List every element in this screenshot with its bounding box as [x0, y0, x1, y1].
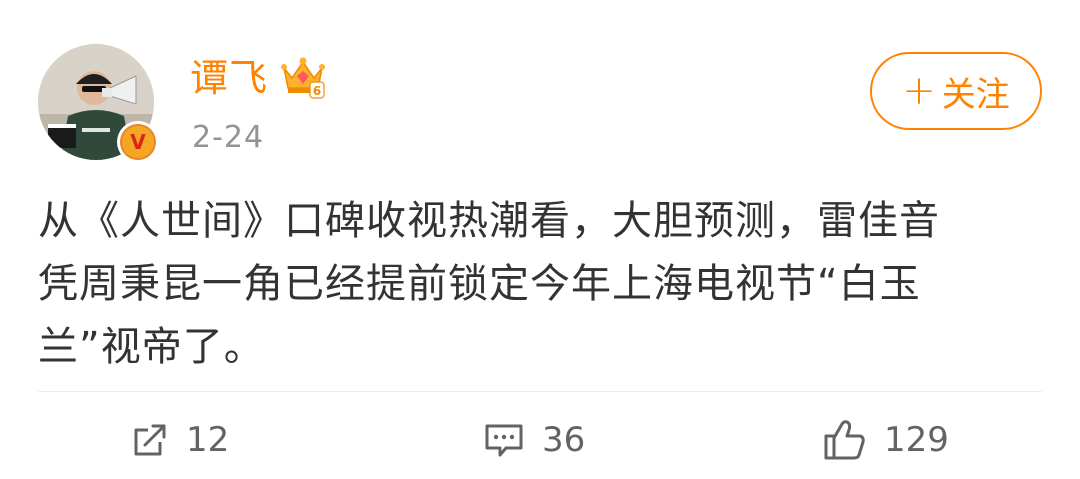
comment-button[interactable]: 36	[482, 412, 585, 468]
post-text: 从《人世间》口碑收视热潮看，大胆预测，雷佳音 凭周秉昆一角已经提前锁定今年上海电…	[38, 190, 1038, 379]
post-text-line: 兰”视帝了。	[38, 324, 265, 370]
share-count: 12	[186, 420, 230, 460]
comment-icon	[485, 424, 523, 457]
member-crown-icon: 6	[281, 57, 325, 99]
comment-count: 36	[542, 420, 586, 460]
verified-badge: V	[117, 121, 159, 163]
verified-v-icon: V	[120, 124, 156, 160]
author-name[interactable]: 谭飞	[190, 56, 268, 100]
post-text-line: 凭周秉昆一角已经提前锁定今年上海电视节“白玉	[38, 261, 921, 307]
like-count: 129	[884, 420, 949, 460]
post-text-line: 从《人世间》口碑收视热潮看，大胆预测，雷佳音	[38, 198, 940, 244]
like-button[interactable]: 129	[822, 412, 949, 468]
share-icon	[134, 424, 166, 456]
level-badge: 6	[313, 84, 321, 98]
post-timestamp: 2-24	[192, 120, 265, 155]
like-icon	[824, 420, 865, 460]
weibo-post-card: V 谭飞 6 2-24 + 关注 从《人世间》口碑收视热潮看，大胆预测，雷佳音 …	[0, 0, 1080, 479]
share-button[interactable]: 12	[130, 412, 229, 468]
plus-icon: +	[902, 68, 936, 114]
follow-label: 关注	[941, 74, 1010, 115]
follow-button[interactable]: + 关注	[870, 52, 1042, 130]
divider	[38, 391, 1042, 392]
